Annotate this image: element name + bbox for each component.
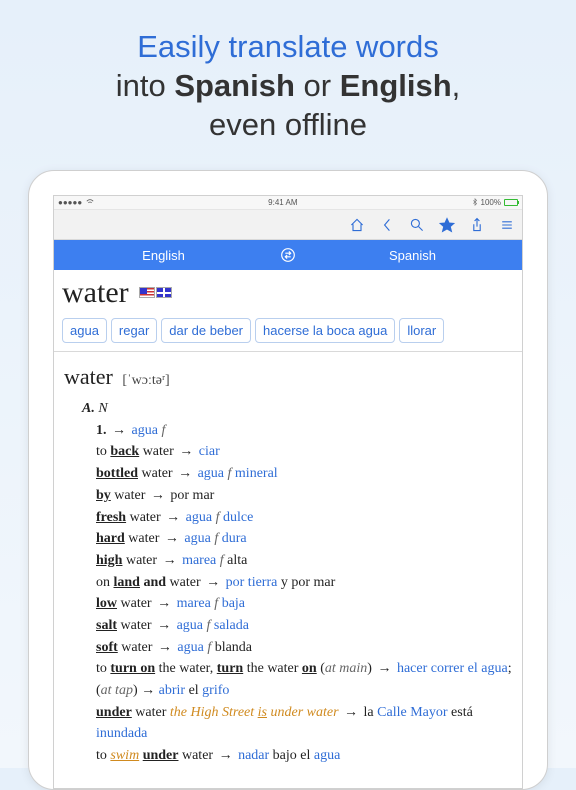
signal-dots: ●●●●●: [58, 198, 82, 207]
battery-pct: 100%: [481, 198, 501, 207]
bluetooth-icon: [472, 198, 478, 208]
language-bar: English Spanish: [54, 240, 522, 270]
example-row: by water → por mar: [96, 485, 512, 507]
lang-source[interactable]: English: [54, 248, 273, 263]
promo-text: Easily translate words into Spanish or E…: [0, 0, 576, 144]
sense-1: 1. → agua f: [96, 420, 512, 442]
headword: water: [62, 276, 129, 310]
menu-icon[interactable]: [498, 216, 516, 234]
entry-body: water [ˈwɔːtəʳ] A. N 1. → agua f to back…: [54, 352, 522, 777]
example-row: under water the High Street is under wat…: [96, 702, 512, 745]
translation-chips: aguaregardar de beberhacerse la boca agu…: [62, 318, 514, 343]
example-row: to back water → ciar: [96, 441, 512, 463]
chip-dar-de-beber[interactable]: dar de beber: [161, 318, 251, 343]
chip-agua[interactable]: agua: [62, 318, 107, 343]
home-icon[interactable]: [348, 216, 366, 234]
chip-llorar[interactable]: llorar: [399, 318, 444, 343]
share-icon[interactable]: [468, 216, 486, 234]
audio-flags: [139, 285, 173, 303]
back-icon[interactable]: [378, 216, 396, 234]
flag-uk-icon[interactable]: [156, 287, 172, 298]
headword-block: water aguaregardar de beberhacerse la bo…: [54, 270, 522, 352]
star-icon[interactable]: [438, 216, 456, 234]
sense-target[interactable]: agua: [132, 423, 158, 438]
lang-target[interactable]: Spanish: [303, 248, 522, 263]
example-row: soft water → agua f blanda: [96, 637, 512, 659]
example-row: on land and water → por tierra y por mar: [96, 572, 512, 594]
battery-icon: [504, 199, 518, 206]
status-time: 9:41 AM: [94, 198, 471, 207]
example-row: salt water → agua f salada: [96, 615, 512, 637]
toolbar: [54, 210, 522, 240]
example-row: high water → marea f alta: [96, 550, 512, 572]
tablet-frame: ●●●●● 9:41 AM 100%: [28, 170, 548, 790]
promo-line1: Easily translate words: [137, 29, 439, 64]
chip-hacerse-la-boca-agua[interactable]: hacerse la boca agua: [255, 318, 395, 343]
wifi-icon: [86, 198, 94, 208]
example-row: to swim under water → nadar bajo el agua: [96, 745, 512, 767]
section-pos: A. N: [82, 398, 512, 420]
screen: ●●●●● 9:41 AM 100%: [53, 195, 523, 789]
example-row: bottled water → agua f mineral: [96, 463, 512, 485]
example-row: to turn on the water, turn the water on …: [96, 658, 512, 701]
status-bar: ●●●●● 9:41 AM 100%: [54, 196, 522, 210]
swap-icon[interactable]: [273, 246, 303, 264]
phonetic: [ˈwɔːtəʳ]: [122, 373, 169, 388]
search-icon[interactable]: [408, 216, 426, 234]
chip-regar[interactable]: regar: [111, 318, 157, 343]
flag-us-icon[interactable]: [139, 287, 155, 298]
entry-headword: water: [64, 364, 113, 389]
example-row: fresh water → agua f dulce: [96, 507, 512, 529]
example-row: hard water → agua f dura: [96, 528, 512, 550]
example-row: low water → marea f baja: [96, 593, 512, 615]
